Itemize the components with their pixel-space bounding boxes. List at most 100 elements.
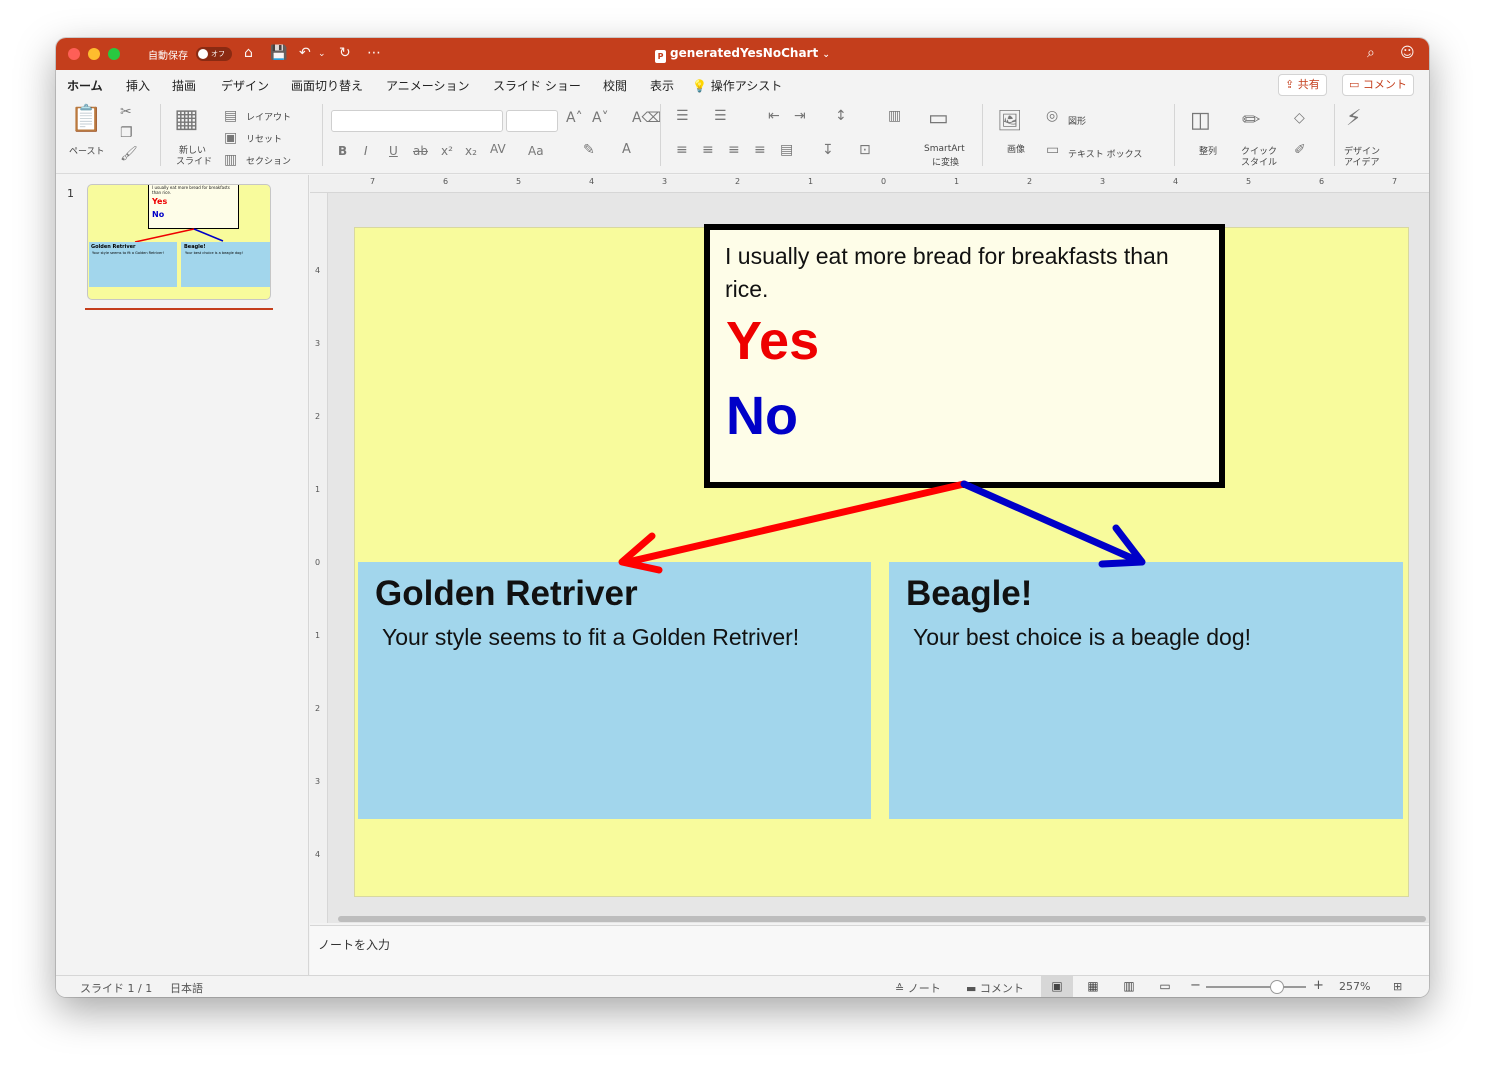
normal-view-button[interactable]: ▣ [1041,976,1073,997]
layout-button[interactable]: レイアウト [246,110,291,123]
section-button[interactable]: セクション [246,154,291,167]
reading-view-button[interactable]: ▥ [1113,976,1145,997]
ribbon-separator [1334,104,1335,166]
question-text[interactable]: I usually eat more bread for breakfasts … [725,240,1195,306]
picture-label: 画像 [1007,145,1026,155]
design-ideas-icon[interactable]: ⚡ [1346,106,1361,131]
increase-font-icon[interactable]: A˄ [566,110,583,126]
slide-count: スライド 1 / 1 [80,982,153,995]
notes-placeholder[interactable]: ノートを入力 [318,936,390,953]
format-painter-icon[interactable]: 🖌 [120,146,138,162]
numbering-icon[interactable]: ☰ [714,108,727,124]
vertical-ruler[interactable]: 4 3 2 1 0 1 2 3 4 [310,193,328,923]
tab-tell-me[interactable]: 💡 操作アシスト [692,77,782,94]
normal-view-icon: ▣ [1051,979,1063,993]
zoom-slider-knob[interactable] [1270,980,1284,994]
tab-design[interactable]: デザイン [221,77,269,94]
no-option[interactable]: No [726,385,798,447]
align-text-icon[interactable]: ⊡ [859,142,871,158]
tab-slideshow[interactable]: スライド ショー [493,77,581,94]
notes-toggle[interactable]: ≙ ノート [895,980,941,996]
align-center-icon[interactable]: ≡ [702,142,714,158]
font-name-dropdown[interactable] [331,110,503,132]
slide-sorter-view-button[interactable]: ▦ [1077,976,1109,997]
tab-review[interactable]: 校閲 [603,77,627,94]
paste-label: ペースト [69,147,105,157]
tab-animations[interactable]: アニメーション [386,77,470,94]
zoom-out-button[interactable]: − [1190,978,1201,993]
golden-retriever-body[interactable]: Your style seems to fit a Golden Retrive… [382,624,799,651]
line-spacing-icon[interactable]: ↕ [835,108,847,124]
slide-thumbnail[interactable]: I usually eat more bread for breakfasts … [87,184,271,300]
underline-icon[interactable]: U [389,144,398,158]
smartart-icon[interactable]: ▭ [928,106,949,131]
tab-insert[interactable]: 挿入 [126,77,150,94]
tab-view[interactable]: 表示 [650,77,674,94]
document-title[interactable]: PgeneratedYesNoChart ⌄ [56,46,1429,63]
notes-pane[interactable]: ノートを入力 [310,925,1429,975]
arrange-icon[interactable]: ◫ [1190,108,1211,133]
align-right-icon[interactable]: ≡ [728,142,740,158]
italic-icon[interactable]: I [364,144,368,158]
beagle-answer-box[interactable]: Beagle! Your best choice is a beagle dog… [889,562,1403,819]
horizontal-ruler[interactable]: 7 6 5 4 3 2 1 0 1 2 3 4 5 6 7 [310,175,1429,193]
shape-outline-icon[interactable]: ✐ [1294,142,1306,158]
font-size-dropdown[interactable] [506,110,558,132]
ruler-tick-label: 4 [315,850,321,859]
bold-icon[interactable]: B [338,144,347,158]
ribbon-separator [322,104,323,166]
fit-to-window-icon[interactable]: ⊞ [1393,980,1402,993]
justify-icon[interactable]: ≡ [754,142,766,158]
highlight-icon[interactable]: ✎ [583,142,595,158]
comments-toggle[interactable]: ▬ コメント [966,980,1024,996]
beagle-body[interactable]: Your best choice is a beagle dog! [913,624,1251,651]
tab-transitions[interactable]: 画面切り替え [291,77,363,94]
beagle-title[interactable]: Beagle! [906,574,1032,614]
bullets-icon[interactable]: ☰ [676,108,689,124]
comment-button[interactable]: ▭ コメント [1342,74,1414,96]
reset-button[interactable]: リセット [246,132,282,145]
character-spacing-icon[interactable]: AV [490,142,506,156]
ruler-tick-label: 3 [662,177,668,186]
tab-draw[interactable]: 描画 [172,77,196,94]
yes-option[interactable]: Yes [726,310,819,372]
reset-icon: ▣ [224,130,238,146]
feedback-smile-icon[interactable]: ☺ [1400,45,1415,61]
change-case-icon[interactable]: Aa [528,144,544,158]
textbox-icon[interactable]: ▭ [1046,142,1059,158]
comment-icon: ▭ [1349,78,1360,91]
subscript-icon[interactable]: x₂ [465,144,477,158]
language-indicator[interactable]: 日本語 [170,980,203,996]
copy-icon[interactable]: ❐ [120,125,133,141]
superscript-icon[interactable]: x² [441,144,453,158]
golden-retriever-answer-box[interactable]: Golden Retriver Your style seems to fit … [358,562,871,819]
font-color-icon[interactable]: A [622,142,631,157]
quick-styles-icon[interactable]: ✏ [1242,108,1260,133]
clear-format-icon[interactable]: A⌫ [632,110,661,126]
columns-icon[interactable]: ▥ [888,108,901,124]
tab-home[interactable]: ホーム [67,77,103,101]
paste-icon[interactable]: 📋 [70,104,102,134]
zoom-slider-track[interactable] [1206,986,1306,988]
strikethrough-icon[interactable]: ab [413,144,428,158]
slideshow-view-button[interactable]: ▭ [1149,976,1181,997]
distributed-icon[interactable]: ▤ [780,142,793,158]
decrease-font-icon[interactable]: A˅ [592,110,609,126]
text-direction-icon[interactable]: ↧ [822,142,834,158]
shapes-icon[interactable]: ◎ [1046,108,1058,124]
zoom-in-button[interactable]: + [1313,978,1324,993]
new-slide-icon[interactable]: ▦ [174,104,199,134]
golden-retriever-title[interactable]: Golden Retriver [375,574,638,614]
horizontal-scrollbar[interactable] [338,916,1426,922]
align-left-icon[interactable]: ≡ [676,142,688,158]
picture-icon[interactable]: 🖼 [997,108,1022,132]
shape-fill-icon[interactable]: ◇ [1294,110,1305,126]
cut-icon[interactable]: ✂ [120,104,132,120]
share-button[interactable]: ⇪ 共有 [1278,74,1327,96]
decrease-indent-icon[interactable]: ⇤ [768,108,780,124]
increase-indent-icon[interactable]: ⇥ [794,108,806,124]
zoom-level[interactable]: 257% [1339,980,1370,993]
layout-icon: ▤ [224,108,238,124]
search-icon[interactable]: ⌕ [1367,45,1375,61]
question-box[interactable]: I usually eat more bread for breakfasts … [704,224,1225,488]
